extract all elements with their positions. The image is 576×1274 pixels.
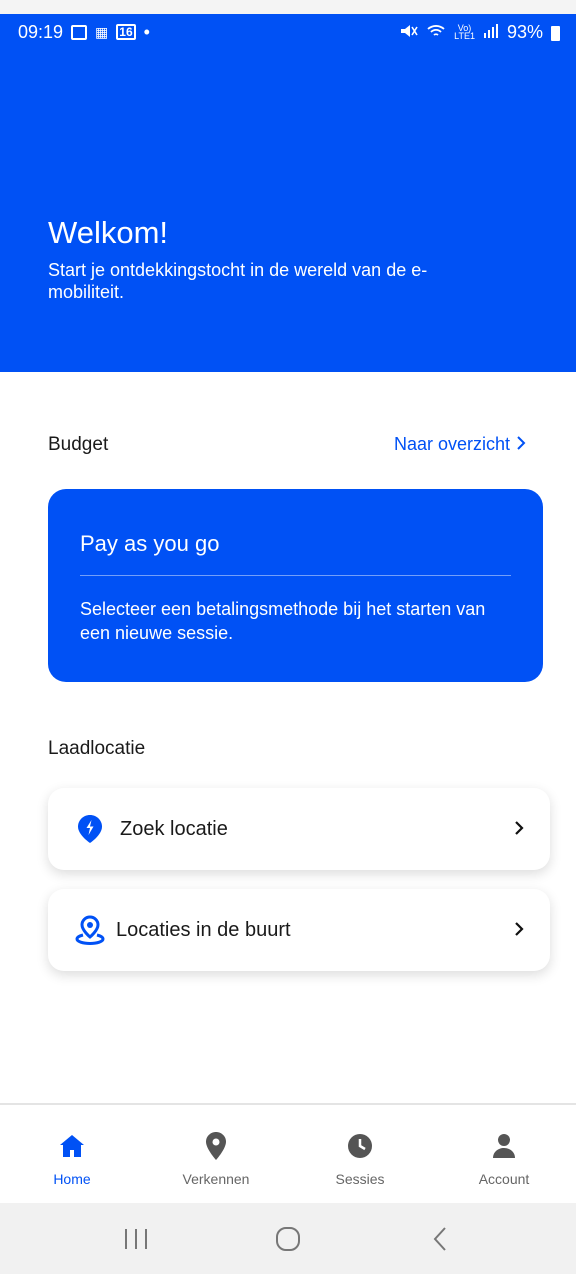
window-top-edge	[0, 0, 576, 14]
tab-account[interactable]: Account	[432, 1105, 576, 1203]
chevron-right-icon	[514, 917, 524, 943]
notification-dot: •	[143, 21, 150, 42]
signal-icon	[483, 24, 499, 40]
status-right: Vo) LTE1 93%	[400, 22, 560, 43]
chevron-right-icon	[516, 434, 526, 455]
wifi-icon	[426, 23, 446, 41]
status-left: 09:19 ▦ 16 •	[18, 22, 150, 43]
charging-location-pin-icon	[74, 813, 106, 845]
person-icon	[489, 1131, 519, 1161]
welcome-header	[0, 14, 576, 372]
status-time: 09:19	[18, 21, 64, 42]
tab-sessies-label: Sessies	[335, 1171, 385, 1187]
budget-card[interactable]: Pay as you go Selecteer een betalingsmet…	[48, 489, 543, 682]
gallery-icon	[71, 24, 88, 40]
overview-link[interactable]: Naar overzicht	[394, 434, 526, 455]
laadlocatie-label: Laadlocatie	[48, 738, 146, 759]
recent-apps-icon[interactable]	[116, 1219, 156, 1259]
home-button-icon[interactable]	[268, 1219, 308, 1259]
vrt-nws-icon: ▦	[95, 24, 109, 40]
tab-verkennen[interactable]: Verkennen	[144, 1105, 288, 1203]
budget-label: Budget	[48, 434, 109, 455]
battery-icon	[551, 25, 560, 41]
battery-level: 93%	[506, 21, 543, 42]
status-bar: 09:19 ▦ 16 • Vo) LTE1 93%	[0, 14, 576, 50]
welcome-title: Welkom!	[48, 215, 169, 250]
volte-icon: Vo) LTE1	[454, 23, 475, 41]
nearby-locations-label: Locaties in de buurt	[116, 918, 291, 941]
nearby-locations-row[interactable]: Locaties in de buurt	[48, 889, 550, 971]
calendar-icon: 16	[116, 24, 136, 40]
budget-card-text: Selecteer een betalingsmethode bij het s…	[80, 599, 486, 643]
card-divider	[80, 575, 511, 576]
welcome-subtitle: Start je ontdekkingstocht in de wereld v…	[48, 260, 428, 302]
chevron-right-icon	[514, 816, 524, 842]
clock-icon	[345, 1131, 375, 1161]
search-location-row[interactable]: Zoek locatie	[48, 788, 550, 870]
budget-card-title: Pay as you go	[80, 531, 220, 556]
nearby-location-icon	[74, 914, 106, 946]
back-icon[interactable]	[420, 1219, 460, 1259]
map-pin-icon	[201, 1131, 231, 1161]
search-location-label: Zoek locatie	[120, 817, 228, 840]
home-icon	[57, 1131, 87, 1161]
tab-account-label: Account	[478, 1171, 530, 1187]
tab-sessies[interactable]: Sessies	[288, 1105, 432, 1203]
tab-home[interactable]: Home	[0, 1105, 144, 1203]
tab-home-label: Home	[53, 1171, 91, 1187]
tab-verkennen-label: Verkennen	[182, 1171, 250, 1187]
mute-icon	[400, 23, 418, 41]
overview-link-label: Naar overzicht	[393, 434, 510, 454]
system-navigation-bar	[0, 1203, 576, 1274]
bottom-tab-bar: Home Verkennen Sessies Account	[0, 1103, 576, 1203]
